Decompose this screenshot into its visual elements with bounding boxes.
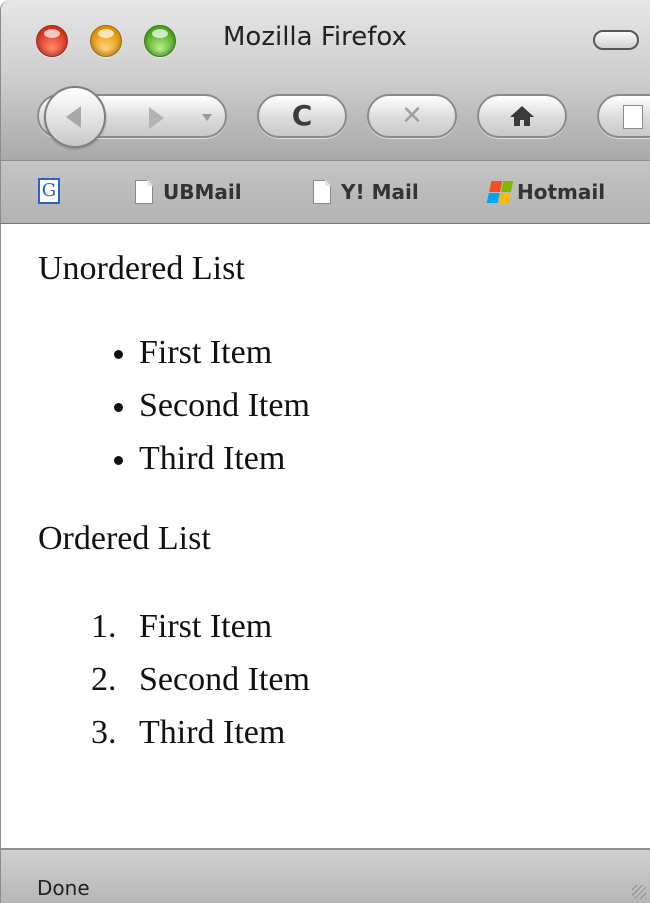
list-item-text: Third Item	[139, 714, 286, 751]
list-item-number: 3.	[91, 714, 117, 751]
reload-icon: C	[291, 99, 313, 132]
list-item-text: Second Item	[139, 661, 310, 698]
page-icon	[135, 180, 153, 204]
bookmark-ubmail[interactable]: UBMail	[135, 177, 242, 207]
bookmark-label: Y! Mail	[341, 180, 419, 204]
toolbar-toggle-button[interactable]	[593, 30, 639, 50]
list-item-text: First Item	[139, 334, 273, 371]
browser-window: Mozilla Firefox C ✕ G UBMail Y! Mail Hot…	[0, 0, 650, 903]
site-identity-button[interactable]	[597, 94, 650, 138]
list-item-number: 1.	[91, 608, 117, 645]
list-item-text: First Item	[139, 608, 273, 645]
window-title: Mozilla Firefox	[223, 22, 407, 52]
back-button[interactable]	[44, 86, 106, 148]
bullet-icon	[114, 403, 123, 412]
bullet-icon	[114, 350, 123, 359]
status-text: Done	[37, 876, 90, 900]
close-window-button[interactable]	[36, 25, 68, 57]
bookmarks-toolbar: G UBMail Y! Mail Hotmail	[0, 160, 650, 224]
windows-flag-icon	[486, 181, 514, 203]
chevron-down-icon[interactable]	[202, 114, 212, 121]
page-icon	[623, 105, 643, 129]
ordered-list-heading: Ordered List	[38, 520, 211, 557]
list-item-text: Third Item	[139, 440, 286, 477]
resize-grip-icon[interactable]	[632, 885, 646, 899]
bookmark-label: Hotmail	[517, 180, 606, 204]
page-content: Unordered List First Item Second Item Th…	[0, 224, 650, 848]
zoom-window-button[interactable]	[144, 25, 176, 57]
forward-button[interactable]	[141, 107, 171, 129]
reload-button[interactable]: C	[257, 94, 347, 138]
google-icon[interactable]: G	[38, 178, 60, 204]
bookmark-label: UBMail	[163, 180, 242, 204]
title-bar: Mozilla Firefox	[0, 0, 650, 74]
bookmark-hotmail[interactable]: Hotmail	[486, 177, 606, 207]
stop-icon: ✕	[401, 101, 423, 131]
stop-button[interactable]: ✕	[367, 94, 457, 138]
forward-arrow-icon	[148, 107, 164, 129]
home-icon	[510, 106, 534, 126]
bookmark-y-mail[interactable]: Y! Mail	[313, 177, 419, 207]
back-arrow-icon	[65, 106, 81, 128]
list-item-number: 2.	[91, 661, 117, 698]
list-item-text: Second Item	[139, 387, 310, 424]
unordered-list-heading: Unordered List	[38, 250, 245, 287]
status-bar: Done	[0, 848, 650, 903]
home-button[interactable]	[477, 94, 567, 138]
page-icon	[313, 180, 331, 204]
minimize-window-button[interactable]	[90, 25, 122, 57]
navigation-toolbar: C ✕	[0, 74, 650, 160]
bullet-icon	[114, 456, 123, 465]
